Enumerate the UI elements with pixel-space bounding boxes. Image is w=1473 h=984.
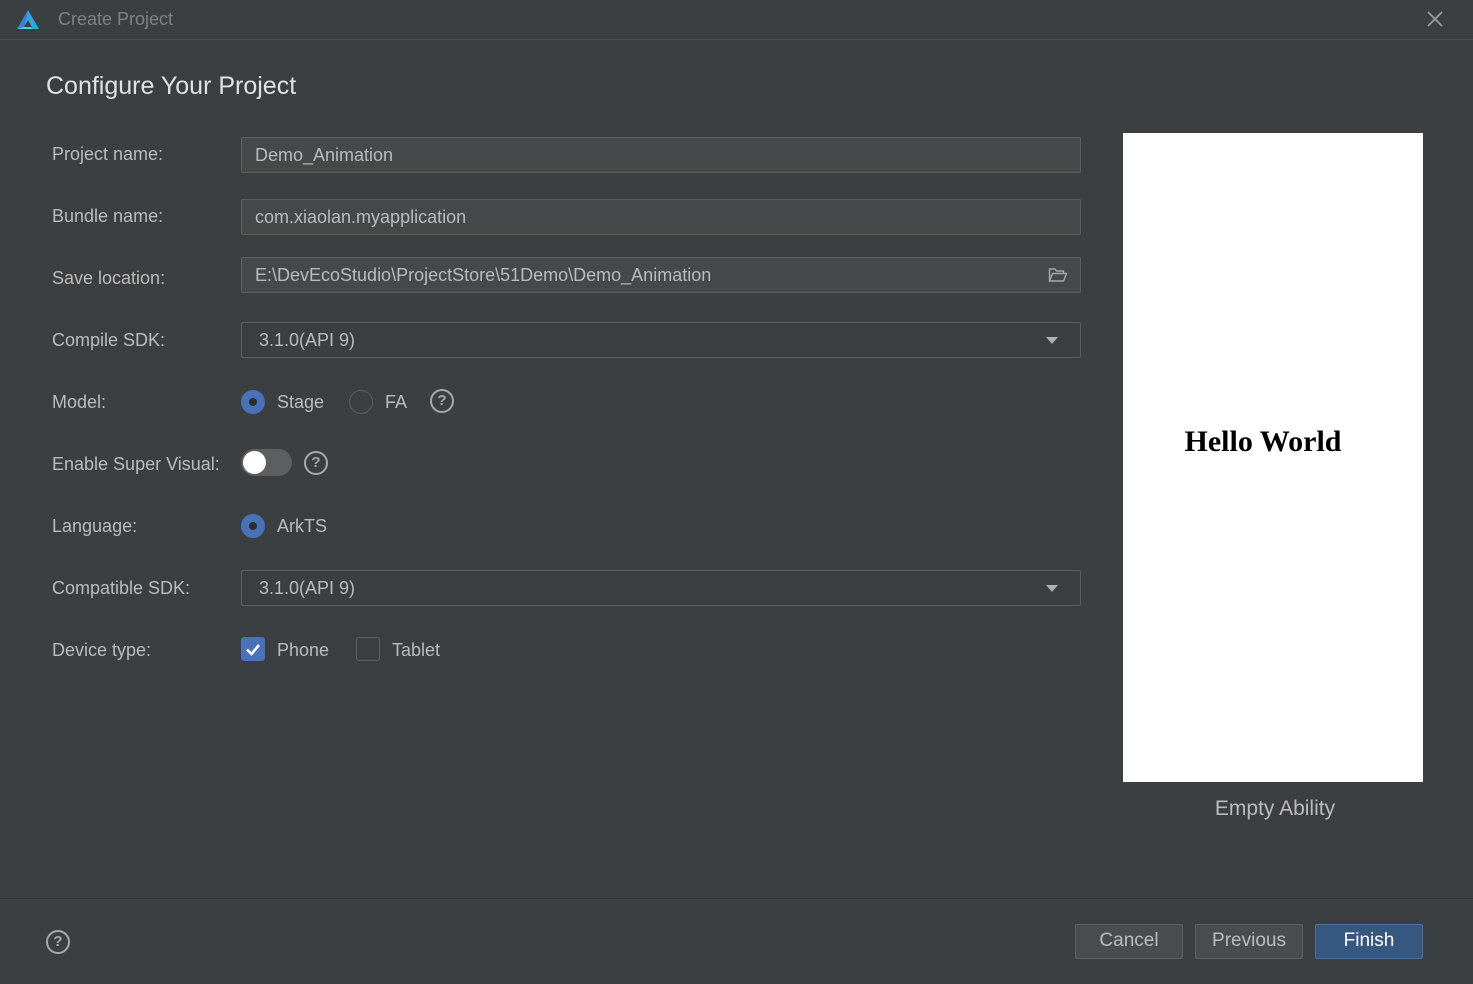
toggle-knob bbox=[243, 451, 266, 474]
save-location-value: E:\DevEcoStudio\ProjectStore\51Demo\Demo… bbox=[255, 265, 712, 285]
compatible-sdk-value: 3.1.0(API 9) bbox=[259, 578, 356, 598]
dropdown-arrow-icon bbox=[1046, 337, 1058, 344]
device-type-label: Device type: bbox=[52, 640, 152, 660]
finish-button[interactable]: Finish bbox=[1315, 924, 1423, 959]
language-label: Language: bbox=[52, 516, 138, 536]
project-name-value: Demo_Animation bbox=[255, 145, 394, 165]
bundle-name-value: com.xiaolan.myapplication bbox=[255, 207, 467, 227]
device-phone-checkbox[interactable] bbox=[241, 637, 265, 661]
save-location-label: Save location: bbox=[52, 268, 166, 288]
super-visual-toggle[interactable] bbox=[241, 449, 292, 476]
project-name-label: Project name: bbox=[52, 144, 164, 164]
device-tablet-label: Tablet bbox=[392, 640, 441, 660]
model-help-icon[interactable]: ? bbox=[430, 389, 454, 413]
window-title: Create Project bbox=[58, 9, 174, 29]
model-stage-label: Stage bbox=[277, 392, 325, 412]
compile-sdk-select[interactable]: 3.1.0(API 9) bbox=[241, 322, 1081, 358]
device-tablet-checkbox[interactable] bbox=[356, 637, 380, 661]
compile-sdk-label: Compile SDK: bbox=[52, 330, 166, 350]
project-name-input[interactable]: Demo_Animation bbox=[241, 137, 1081, 173]
super-visual-label: Enable Super Visual: bbox=[52, 454, 220, 474]
dropdown-arrow-icon bbox=[1046, 585, 1058, 592]
compatible-sdk-label: Compatible SDK: bbox=[52, 578, 191, 598]
compatible-sdk-select[interactable]: 3.1.0(API 9) bbox=[241, 570, 1081, 606]
checkmark-icon bbox=[246, 644, 260, 656]
language-arkts-label: ArkTS bbox=[277, 516, 328, 536]
model-fa-label: FA bbox=[385, 392, 408, 412]
close-icon[interactable] bbox=[1424, 8, 1446, 30]
device-phone-label: Phone bbox=[277, 640, 330, 660]
page-heading: Configure Your Project bbox=[46, 72, 297, 100]
folder-open-icon[interactable] bbox=[1048, 267, 1068, 283]
bundle-name-input[interactable]: com.xiaolan.myapplication bbox=[241, 199, 1081, 235]
deveco-logo-icon bbox=[17, 10, 39, 29]
template-caption: Empty Ability bbox=[1214, 797, 1336, 820]
language-arkts-radio[interactable] bbox=[241, 514, 265, 538]
save-location-input[interactable]: E:\DevEcoStudio\ProjectStore\51Demo\Demo… bbox=[241, 257, 1081, 293]
super-visual-help-icon[interactable]: ? bbox=[304, 451, 328, 475]
model-fa-radio[interactable] bbox=[349, 390, 373, 414]
model-label: Model: bbox=[52, 392, 107, 412]
preview-hello-text: Hello World bbox=[1184, 425, 1342, 458]
model-stage-radio[interactable] bbox=[241, 390, 265, 414]
compile-sdk-value: 3.1.0(API 9) bbox=[259, 330, 356, 350]
bundle-name-label: Bundle name: bbox=[52, 206, 164, 226]
template-preview: Hello World bbox=[1123, 133, 1423, 782]
title-bar: Create Project bbox=[0, 0, 1473, 40]
previous-button[interactable]: Previous bbox=[1195, 924, 1303, 959]
footer-help-icon[interactable]: ? bbox=[46, 930, 70, 954]
cancel-button[interactable]: Cancel bbox=[1075, 924, 1183, 959]
